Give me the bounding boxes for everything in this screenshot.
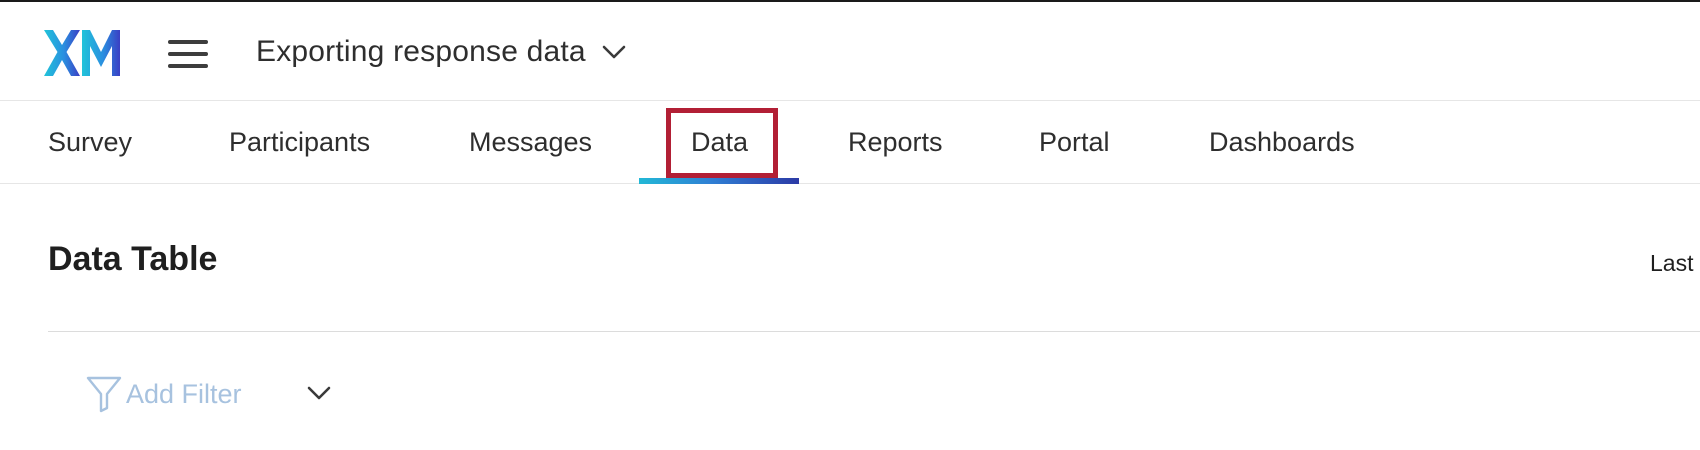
app-header: Exporting response data [0,2,1700,101]
funnel-icon [86,376,122,413]
project-title: Exporting response data [256,35,586,68]
chevron-down-icon [602,45,626,59]
section-divider [48,331,1700,332]
project-title-dropdown[interactable]: Exporting response data [256,32,626,72]
last-label-truncated: Last [1650,250,1694,276]
project-tabs: Survey Participants Messages Data Report… [0,102,1700,184]
active-tab-indicator [639,178,799,184]
tab-survey[interactable]: Survey [48,102,132,183]
add-filter-button[interactable]: Add Filter [86,374,242,414]
tab-reports[interactable]: Reports [848,102,943,183]
tab-messages[interactable]: Messages [469,102,592,183]
page-title: Data Table [48,240,218,278]
chevron-down-icon[interactable] [306,382,332,404]
hamburger-menu-icon[interactable] [166,38,210,70]
tab-data[interactable]: Data [691,102,748,183]
tab-dashboards[interactable]: Dashboards [1209,102,1355,183]
add-filter-label: Add Filter [126,378,242,409]
xm-logo-icon[interactable] [44,30,122,76]
tab-participants[interactable]: Participants [229,102,370,183]
tab-portal[interactable]: Portal [1039,102,1110,183]
